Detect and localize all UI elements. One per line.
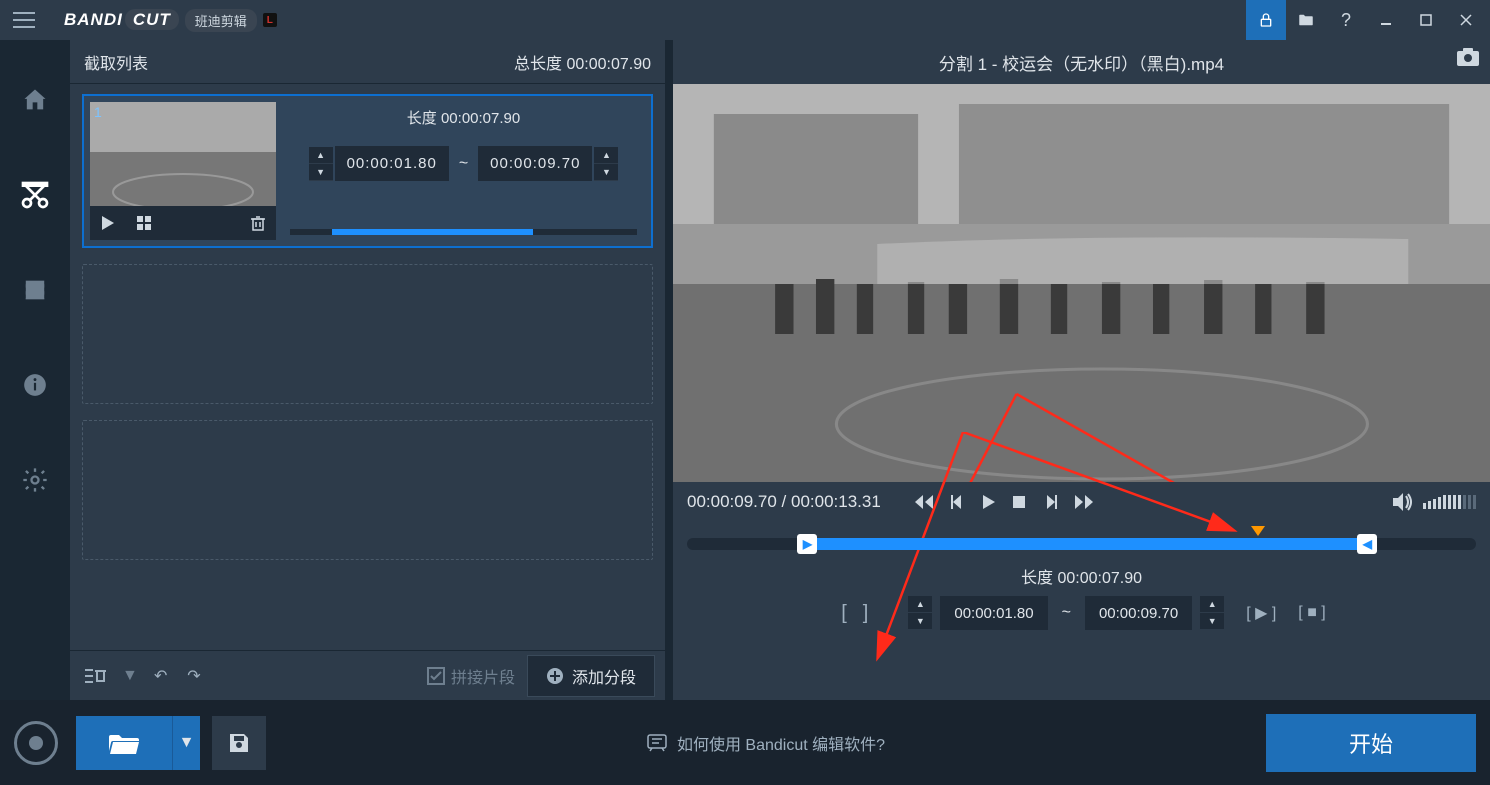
set-start-button[interactable]: [ xyxy=(837,602,851,625)
add-segment-button[interactable]: 添加分段 xyxy=(527,655,655,697)
volume-icon[interactable] xyxy=(1393,493,1413,511)
play-selection-button[interactable]: [ ▶ ] xyxy=(1246,603,1276,623)
film-icon[interactable] xyxy=(15,270,55,310)
menu-button[interactable] xyxy=(4,0,44,40)
clip-grid-button[interactable] xyxy=(126,206,162,240)
clip-item[interactable]: 1 长度 00:00:07.90 ▲▼ 00:00:01.80 ~ xyxy=(82,94,653,248)
video-title: 分割 1 - 校运会（无水印）（黑白).mp4 xyxy=(939,50,1224,75)
bottom-bar: ▼ 如何使用 Bandicut 编辑软件? 开始 xyxy=(0,700,1490,785)
prev-frame-button[interactable] xyxy=(915,495,933,509)
app-brand: BANDICUT 班迪剪辑 L xyxy=(64,9,277,32)
play-button[interactable] xyxy=(983,495,995,509)
open-file-button[interactable]: ▼ xyxy=(76,716,200,770)
clip-length: 长度 00:00:07.90 xyxy=(290,107,637,128)
total-length: 总长度 00:00:07.90 xyxy=(514,50,651,74)
help-link[interactable]: 如何使用 Bandicut 编辑软件? xyxy=(647,731,885,755)
clip-list-panel: 截取列表 总长度 00:00:07.90 1 xyxy=(70,40,665,700)
redo-button[interactable]: ↷ xyxy=(183,662,204,690)
save-button[interactable] xyxy=(212,716,266,770)
close-button[interactable] xyxy=(1446,0,1486,40)
list-delete-button[interactable] xyxy=(80,663,110,689)
cut-icon[interactable] xyxy=(15,175,55,215)
preview-start-input[interactable]: 00:00:01.80 xyxy=(940,596,1047,630)
undo-button[interactable]: ↷ xyxy=(150,662,171,690)
clip-range-bar[interactable] xyxy=(290,229,637,235)
clip-list-title: 截取列表 xyxy=(84,50,148,74)
open-dropdown[interactable]: ▼ xyxy=(172,716,200,770)
seek-end-handle[interactable]: ◀ xyxy=(1357,534,1377,554)
screenshot-button[interactable] xyxy=(1456,47,1480,67)
empty-clip-slot[interactable] xyxy=(82,420,653,560)
clip-index: 1 xyxy=(94,104,102,120)
clip-play-button[interactable] xyxy=(90,206,126,240)
preview-start-down[interactable]: ▼ xyxy=(908,613,932,630)
volume-slider[interactable] xyxy=(1423,495,1476,509)
minimize-button[interactable] xyxy=(1366,0,1406,40)
stop-button[interactable] xyxy=(1013,495,1025,509)
empty-clip-slot[interactable] xyxy=(82,264,653,404)
end-up-button[interactable]: ▲ xyxy=(594,147,618,164)
lock-button[interactable] xyxy=(1246,0,1286,40)
step-forward-button[interactable] xyxy=(1043,495,1057,509)
clip-thumbnail: 1 xyxy=(90,102,276,206)
seek-start-handle[interactable]: ▶ xyxy=(797,534,817,554)
video-preview[interactable] xyxy=(673,84,1490,482)
preview-end-down[interactable]: ▼ xyxy=(1200,613,1224,630)
preview-end-input[interactable]: 00:00:09.70 xyxy=(1085,596,1192,630)
start-time-input[interactable]: 00:00:01.80 xyxy=(335,146,449,181)
end-down-button[interactable]: ▼ xyxy=(594,164,618,181)
mark-selection-button[interactable]: [ ■ ] xyxy=(1298,604,1325,622)
help-button[interactable]: ? xyxy=(1326,0,1366,40)
step-back-button[interactable] xyxy=(951,495,965,509)
title-bar: BANDICUT 班迪剪辑 L ? xyxy=(0,0,1490,40)
end-time-input[interactable]: 00:00:09.70 xyxy=(478,146,592,181)
preview-start-up[interactable]: ▲ xyxy=(908,596,932,613)
folder-button[interactable] xyxy=(1286,0,1326,40)
clip-delete-button[interactable] xyxy=(240,206,276,240)
set-end-button[interactable]: ] xyxy=(859,602,873,625)
selection-length: 长度 00:00:07.90 xyxy=(673,556,1490,596)
start-up-button[interactable]: ▲ xyxy=(309,147,333,164)
home-icon[interactable] xyxy=(15,80,55,120)
merge-checkbox[interactable]: 拼接片段 xyxy=(427,664,515,688)
sidebar xyxy=(0,40,70,700)
record-button[interactable] xyxy=(14,721,58,765)
next-frame-button[interactable] xyxy=(1075,495,1093,509)
info-icon[interactable] xyxy=(15,365,55,405)
preview-end-up[interactable]: ▲ xyxy=(1200,596,1224,613)
start-down-button[interactable]: ▼ xyxy=(309,164,333,181)
seek-bar[interactable]: ▶ ◀ xyxy=(687,538,1476,550)
playback-time: 00:00:09.70 / 00:00:13.31 xyxy=(687,492,881,512)
seek-cursor[interactable] xyxy=(1251,526,1265,538)
settings-icon[interactable] xyxy=(15,460,55,500)
preview-panel: 分割 1 - 校运会（无水印）（黑白).mp4 xyxy=(673,40,1490,700)
maximize-button[interactable] xyxy=(1406,0,1446,40)
start-button[interactable]: 开始 xyxy=(1266,714,1476,772)
